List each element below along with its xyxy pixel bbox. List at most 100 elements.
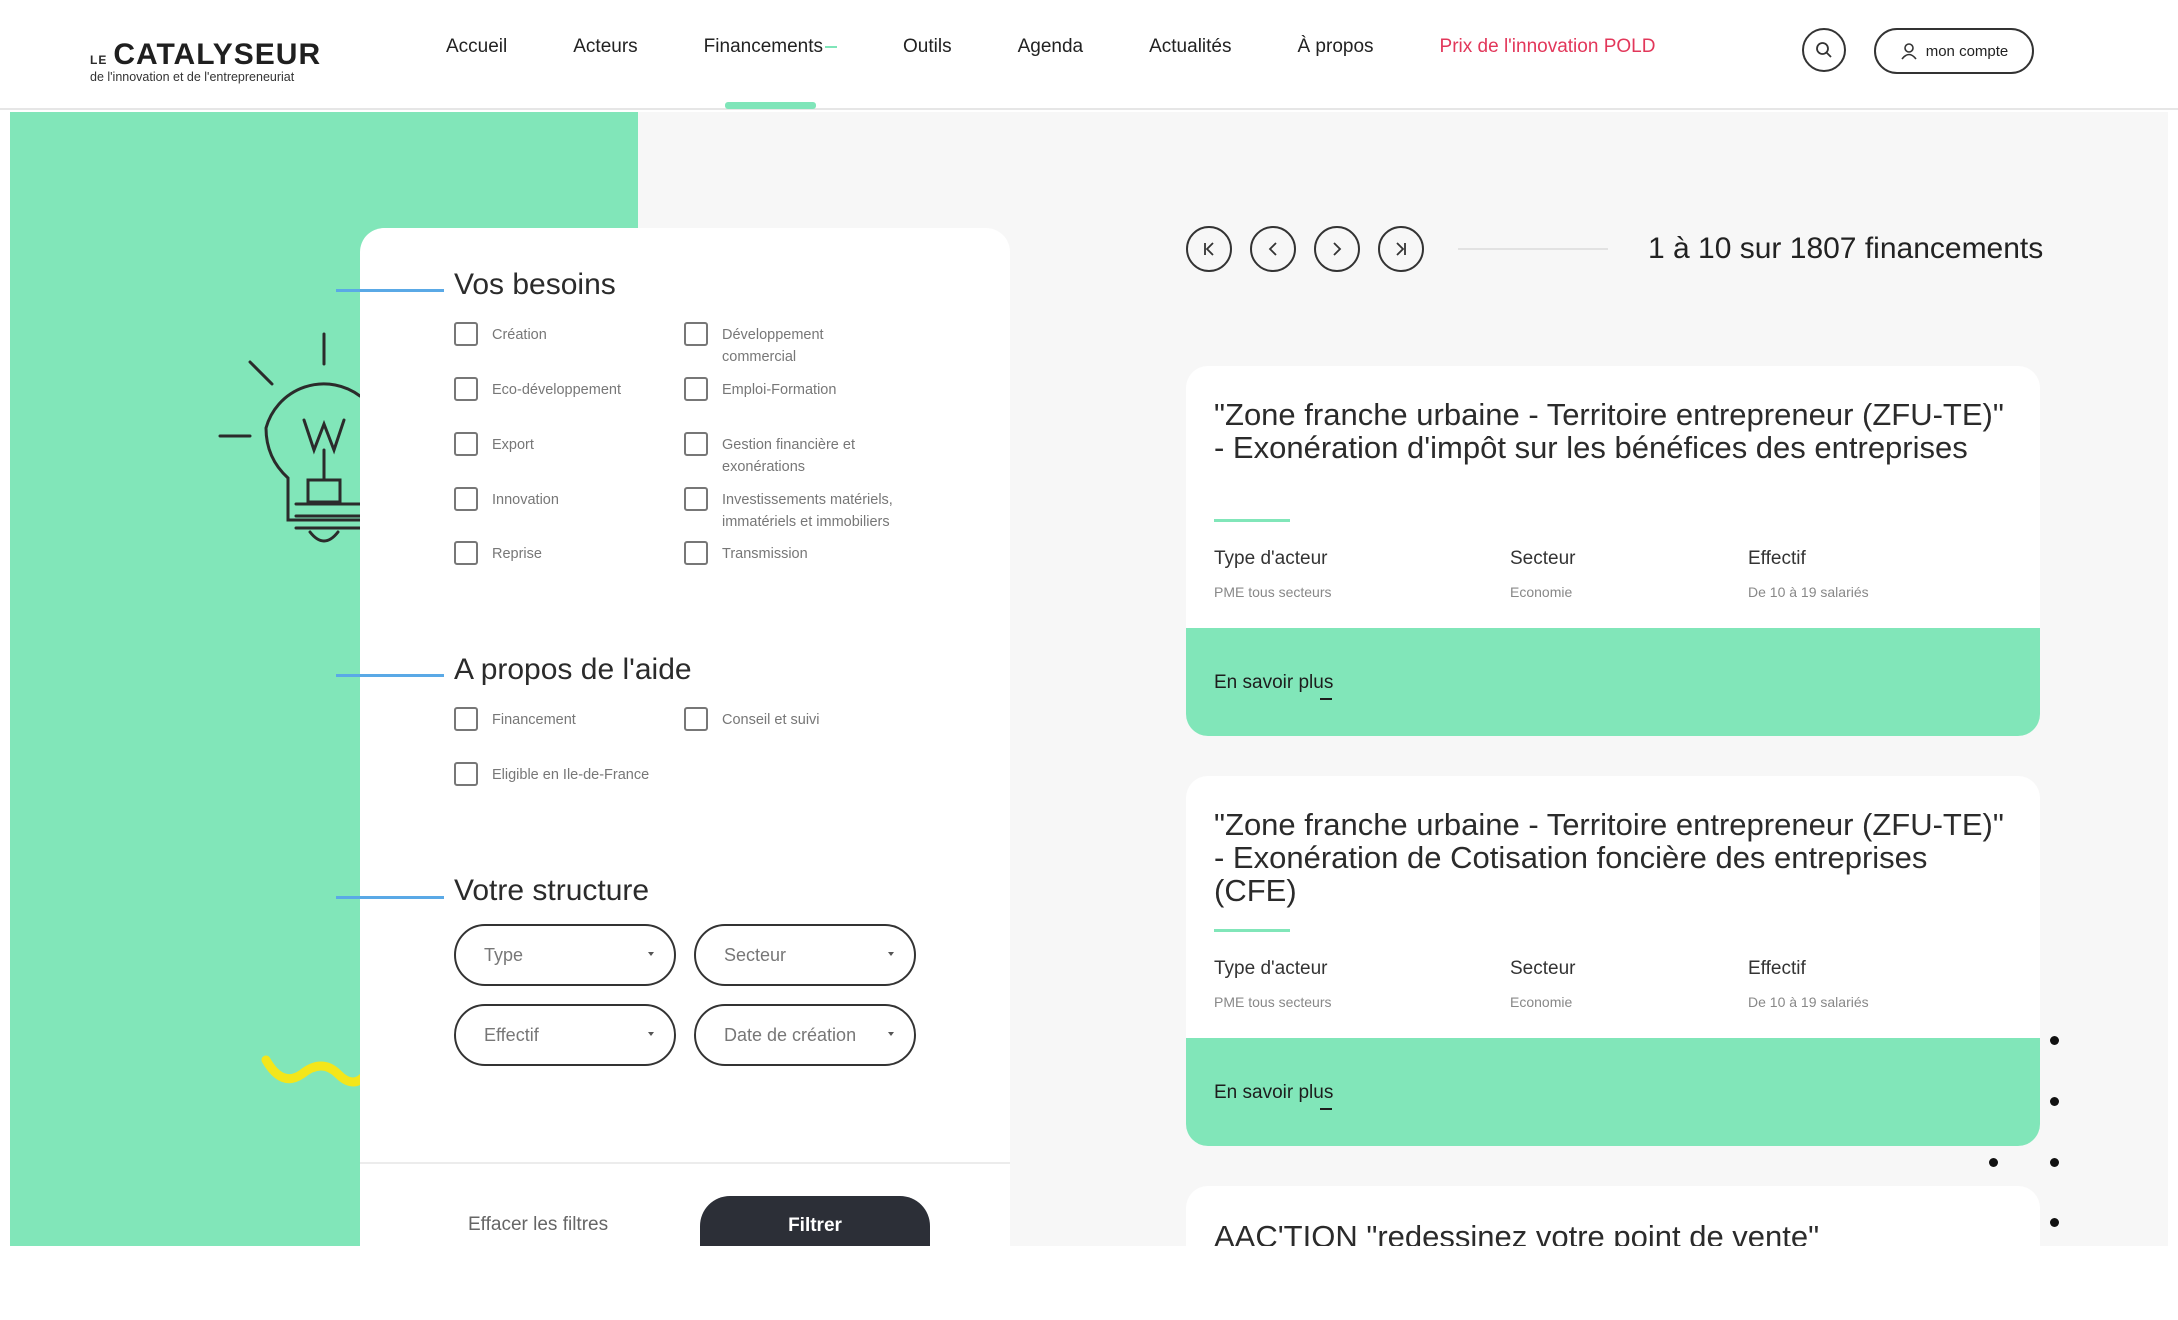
section-line <box>336 289 444 292</box>
card-accent <box>1214 929 1290 932</box>
checkbox-emploi-formation[interactable]: Emploi-Formation <box>684 377 932 401</box>
checkbox-box[interactable] <box>454 707 478 731</box>
card-title[interactable]: "Zone franche urbaine - Territoire entre… <box>1214 808 2014 907</box>
checkbox-financement[interactable]: Financement <box>454 707 702 731</box>
meta-label-actor-type: Type d'acteur <box>1214 958 1328 979</box>
checkbox-box[interactable] <box>684 322 708 346</box>
checkbox-box[interactable] <box>454 487 478 511</box>
checkbox-box[interactable] <box>684 432 708 456</box>
checkbox-investissements[interactable]: Investissements matériels, immatériels e… <box>684 487 932 533</box>
checkbox-box[interactable] <box>684 707 708 731</box>
next-page-button[interactable] <box>1314 226 1360 272</box>
effectif-select[interactable]: Effectif <box>454 1004 676 1066</box>
date-creation-select[interactable]: Date de création <box>694 1004 916 1066</box>
link-dash <box>1320 1108 1332 1110</box>
last-page-icon <box>1396 242 1406 256</box>
decorative-squiggle <box>261 1055 370 1087</box>
secteur-select[interactable]: Secteur <box>694 924 916 986</box>
checkbox-transmission[interactable]: Transmission <box>684 541 932 565</box>
meta-label-sector: Secteur <box>1510 548 1576 569</box>
section-title-aid: A propos de l'aide <box>454 653 692 686</box>
lightbulb-icon <box>218 332 362 543</box>
card-accent <box>1214 519 1290 522</box>
caret-down-icon <box>648 1032 654 1036</box>
bottom-margin <box>0 1246 2178 1320</box>
nav-item-prix-innovation[interactable]: Prix de l'innovation POLD <box>1407 36 1689 110</box>
checkbox-innovation[interactable]: Innovation <box>454 487 702 511</box>
search-icon <box>1816 42 1832 58</box>
checkbox-conseil-suivi[interactable]: Conseil et suivi <box>684 707 932 731</box>
meta-label-headcount: Effectif <box>1748 958 1806 979</box>
checkbox-export[interactable]: Export <box>454 432 702 456</box>
nav-item-agenda[interactable]: Agenda <box>985 36 1117 110</box>
decorative-dot <box>2050 1218 2059 1227</box>
checkbox-box[interactable] <box>454 432 478 456</box>
search-button[interactable] <box>1802 28 1846 72</box>
meta-value-sector: Economie <box>1510 584 1573 600</box>
card-title[interactable]: "Zone franche urbaine - Territoire entre… <box>1214 398 2014 464</box>
meta-value-actor-type: PME tous secteurs <box>1214 584 1332 600</box>
checkbox-box[interactable] <box>454 762 478 786</box>
main-nav: Accueil Acteurs Financements Outils Agen… <box>446 36 1688 110</box>
checkbox-eco-developpement[interactable]: Eco-développement <box>454 377 652 401</box>
logo-brand: CATALYSEUR <box>113 38 322 71</box>
checkbox-box[interactable] <box>684 377 708 401</box>
last-page-button[interactable] <box>1378 226 1424 272</box>
meta-label-sector: Secteur <box>1510 958 1576 979</box>
prev-page-button[interactable] <box>1250 226 1296 272</box>
card-more-link[interactable]: En savoir plus <box>1186 1038 2040 1146</box>
meta-value-headcount: De 10 à 19 salariés <box>1748 994 1869 1010</box>
nav-item-financements[interactable]: Financements <box>671 36 870 110</box>
checkbox-box[interactable] <box>684 487 708 511</box>
account-label: mon compte <box>1925 42 2009 60</box>
checkbox-eligible-idf[interactable]: Eligible en Ile-de-France <box>454 762 702 786</box>
result-card[interactable]: "Zone franche urbaine - Territoire entre… <box>1186 366 2040 736</box>
result-card[interactable]: "Zone franche urbaine - Territoire entre… <box>1186 776 2040 1146</box>
section-line <box>336 674 444 677</box>
meta-label-headcount: Effectif <box>1748 548 1806 569</box>
caret-down-icon <box>888 1032 894 1036</box>
decorative-dot <box>2050 1097 2059 1106</box>
user-icon <box>1901 43 1917 60</box>
nav-item-outils[interactable]: Outils <box>870 36 985 110</box>
nav-item-a-propos[interactable]: À propos <box>1264 36 1406 110</box>
results-count: 1 à 10 sur 1807 financements <box>1648 232 2044 265</box>
logo-tagline: de l'innovation et de l'entrepreneuriat <box>90 70 295 84</box>
section-line <box>336 896 444 899</box>
section-title-needs: Vos besoins <box>454 268 616 301</box>
chevron-right-icon <box>1333 242 1342 256</box>
checkbox-box[interactable] <box>684 541 708 565</box>
chevron-left-icon <box>1268 242 1277 256</box>
decorative-dot <box>2050 1036 2059 1045</box>
checkbox-developpement-commercial[interactable]: Développement commercial <box>684 322 862 368</box>
section-title-structure: Votre structure <box>454 874 650 907</box>
checkbox-gestion-financiere[interactable]: Gestion financière et exonérations <box>684 432 882 478</box>
filter-panel: Vos besoins Création Développement comme… <box>336 228 1010 1246</box>
clear-filters-link[interactable]: Effacer les filtres <box>468 1214 608 1236</box>
meta-label-actor-type: Type d'acteur <box>1214 548 1328 569</box>
caret-down-icon <box>648 952 654 956</box>
first-page-button[interactable] <box>1186 226 1232 272</box>
decorative-dot <box>2050 1158 2059 1167</box>
nav-item-accueil[interactable]: Accueil <box>446 36 540 110</box>
meta-value-actor-type: PME tous secteurs <box>1214 994 1332 1010</box>
site-logo[interactable]: LE CATALYSEUR de l'innovation et de l'en… <box>90 38 340 84</box>
pager-divider <box>1458 248 1608 250</box>
checkbox-reprise[interactable]: Reprise <box>454 541 702 565</box>
active-dash <box>825 45 838 48</box>
checkbox-creation[interactable]: Création <box>454 322 702 346</box>
logo-prefix: LE <box>90 53 108 67</box>
meta-value-sector: Economie <box>1510 994 1573 1010</box>
card-more-link[interactable]: En savoir plus <box>1186 628 2040 736</box>
type-select[interactable]: Type <box>454 924 676 986</box>
checkbox-box[interactable] <box>454 541 478 565</box>
nav-item-acteurs[interactable]: Acteurs <box>540 36 670 110</box>
panel-divider <box>360 1162 1010 1164</box>
checkbox-box[interactable] <box>454 322 478 346</box>
first-page-icon <box>1204 242 1214 256</box>
nav-item-actualites[interactable]: Actualités <box>1116 36 1264 110</box>
checkbox-box[interactable] <box>454 377 478 401</box>
link-dash <box>1320 698 1332 700</box>
account-button[interactable]: mon compte <box>1874 28 2034 74</box>
meta-value-headcount: De 10 à 19 salariés <box>1748 584 1869 600</box>
